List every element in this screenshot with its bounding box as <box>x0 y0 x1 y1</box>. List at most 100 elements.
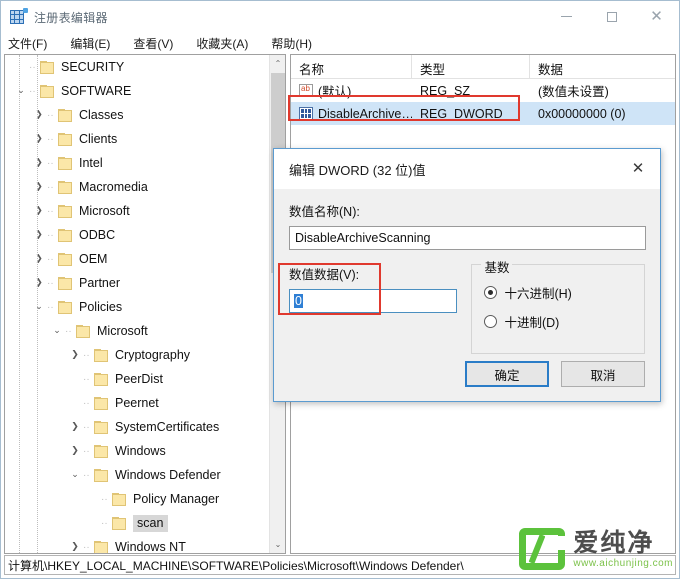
tree-guide-line <box>37 55 38 553</box>
tree-item-windows[interactable]: ❯ ·· Windows <box>5 439 269 463</box>
maximize-button[interactable] <box>589 1 634 32</box>
tree-line: ·· <box>83 541 90 553</box>
cell-name: (默认) <box>291 79 412 102</box>
registry-tree-panel[interactable]: ···SECURITY⌄··SOFTWARE❯··Classes❯··Clien… <box>4 54 286 554</box>
tree-item-macromedia[interactable]: ❯ ·· Macromedia <box>5 175 269 199</box>
dialog-buttons: 确定 取消 <box>453 361 645 387</box>
registry-grid-icon <box>10 8 28 25</box>
chevron-down-icon[interactable]: ⌄ <box>31 295 47 319</box>
radio-decimal[interactable]: 十进制(D) <box>484 312 632 331</box>
chevron-right-icon[interactable]: ❯ <box>31 271 47 295</box>
tree-item-label: ODBC <box>79 228 116 242</box>
tree-item-systemcertificates[interactable]: ❯ ·· SystemCertificates <box>5 415 269 439</box>
table-row[interactable]: DisableArchive… REG_DWORD 0x00000000 (0) <box>291 102 675 125</box>
tree-item-label: Microsoft <box>97 324 148 338</box>
tree-item-label: Partner <box>79 276 120 290</box>
chevron-right-icon[interactable]: ❯ <box>67 439 83 463</box>
tree-item-microsoft[interactable]: ⌄ ·· Microsoft <box>5 319 269 343</box>
watermark: 爱纯净 www.aichunjing.com <box>519 528 673 570</box>
base-groupbox: 基数 十六进制(H) 十进制(D) <box>471 257 645 354</box>
value-name-input[interactable]: DisableArchiveScanning <box>289 226 646 250</box>
tree-item-policies[interactable]: ⌄ ·· Policies <box>5 295 269 319</box>
tree-item-peerdist[interactable]: ··· PeerDist <box>5 367 269 391</box>
chevron-right-icon[interactable]: ❯ <box>31 199 47 223</box>
tree-item-microsoft[interactable]: ❯ ·· Microsoft <box>5 199 269 223</box>
folder-icon <box>111 492 127 506</box>
tree-connector-icon: · <box>67 391 83 415</box>
tree-item-odbc[interactable]: ❯ ·· ODBC <box>5 223 269 247</box>
tree-item-label: Peernet <box>115 396 159 410</box>
list-header: 名称 类型 数据 <box>291 55 675 79</box>
ok-button[interactable]: 确定 <box>465 361 549 387</box>
menu-view[interactable]: 查看(V) <box>133 35 183 52</box>
tree-item-scan[interactable]: ··· scan <box>5 511 269 535</box>
tree-item-cryptography[interactable]: ❯ ·· Cryptography <box>5 343 269 367</box>
tree-item-label: Clients <box>79 132 118 146</box>
folder-icon <box>57 276 73 290</box>
menubar: 文件(F) 编辑(E) 查看(V) 收藏夹(A) 帮助(H) <box>1 33 679 53</box>
close-button[interactable]: ✕ <box>634 1 679 32</box>
radio-hexadecimal-icon <box>484 286 498 299</box>
chevron-right-icon[interactable]: ❯ <box>67 535 83 553</box>
tree-line: ·· <box>47 109 54 121</box>
chevron-right-icon[interactable]: ❯ <box>31 103 47 127</box>
registry-path: 计算机\HKEY_LOCAL_MACHINE\SOFTWARE\Policies… <box>8 558 464 573</box>
tree-item-policy-manager[interactable]: ··· Policy Manager <box>5 487 269 511</box>
string-value-icon <box>299 83 313 97</box>
value-name-label: 数值名称(N): <box>289 205 360 219</box>
tree-item-label: Windows <box>115 444 166 458</box>
minimize-button[interactable] <box>544 1 589 32</box>
aichunjing-logo-icon <box>519 528 568 570</box>
chevron-right-icon[interactable]: ❯ <box>31 127 47 151</box>
tree-item-classes[interactable]: ❯ ·· Classes <box>5 103 269 127</box>
tree-item-windows-nt[interactable]: ❯ ·· Windows NT <box>5 535 269 553</box>
scroll-up-icon[interactable]: ⌃ <box>270 55 285 72</box>
radio-hexadecimal[interactable]: 十六进制(H) <box>484 283 632 302</box>
column-header-name[interactable]: 名称 <box>291 55 412 78</box>
chevron-down-icon[interactable]: ⌄ <box>67 463 83 487</box>
tree-item-oem[interactable]: ❯ ·· OEM <box>5 247 269 271</box>
base-group-label: 基数 <box>481 257 513 276</box>
tree-item-security[interactable]: ···SECURITY <box>5 55 269 79</box>
folder-icon <box>93 372 109 386</box>
tree-item-label: Classes <box>79 108 124 122</box>
chevron-right-icon[interactable]: ❯ <box>67 343 83 367</box>
cancel-button[interactable]: 取消 <box>561 361 645 387</box>
chevron-right-icon[interactable]: ❯ <box>31 151 47 175</box>
scroll-down-icon[interactable]: ⌄ <box>270 536 285 553</box>
registry-editor-window: 注册表编辑器 ✕ 文件(F) 编辑(E) 查看(V) 收藏夹(A) 帮助(H) … <box>0 0 680 579</box>
dialog-titlebar: 编辑 DWORD (32 位)值 ✕ <box>274 149 660 189</box>
column-header-type[interactable]: 类型 <box>412 55 530 78</box>
dialog-close-icon[interactable]: ✕ <box>616 149 660 187</box>
tree-item-peernet[interactable]: ··· Peernet <box>5 391 269 415</box>
tree-item-partner[interactable]: ❯ ·· Partner <box>5 271 269 295</box>
menu-edit[interactable]: 编辑(E) <box>70 35 120 52</box>
menu-file[interactable]: 文件(F) <box>8 35 57 52</box>
menu-favorites[interactable]: 收藏夹(A) <box>196 35 258 52</box>
cell-name: DisableArchive… <box>291 102 412 125</box>
chevron-right-icon[interactable]: ❯ <box>31 223 47 247</box>
tree-item-windows-defender[interactable]: ⌄ ·· Windows Defender <box>5 463 269 487</box>
chevron-right-icon[interactable]: ❯ <box>31 247 47 271</box>
tree-item-software[interactable]: ⌄ ·· SOFTWARE <box>5 79 269 103</box>
value-data-input[interactable]: 0 <box>289 289 457 313</box>
menu-help[interactable]: 帮助(H) <box>271 35 322 52</box>
table-row[interactable]: (默认) REG_SZ (数值未设置) <box>291 79 675 102</box>
chevron-right-icon[interactable]: ❯ <box>31 175 47 199</box>
tree-item-clients[interactable]: ❯ ·· Clients <box>5 127 269 151</box>
edit-dword-dialog[interactable]: 编辑 DWORD (32 位)值 ✕ 数值名称(N): DisableArchi… <box>273 148 661 402</box>
tree-item-intel[interactable]: ❯ ·· Intel <box>5 151 269 175</box>
chevron-right-icon[interactable]: ❯ <box>67 415 83 439</box>
chevron-down-icon[interactable]: ⌄ <box>49 319 65 343</box>
tree-line: ·· <box>83 397 90 409</box>
chevron-down-icon[interactable]: ⌄ <box>13 79 29 103</box>
registry-tree[interactable]: ···SECURITY⌄··SOFTWARE❯··Classes❯··Clien… <box>5 55 269 553</box>
column-header-data[interactable]: 数据 <box>530 55 675 78</box>
